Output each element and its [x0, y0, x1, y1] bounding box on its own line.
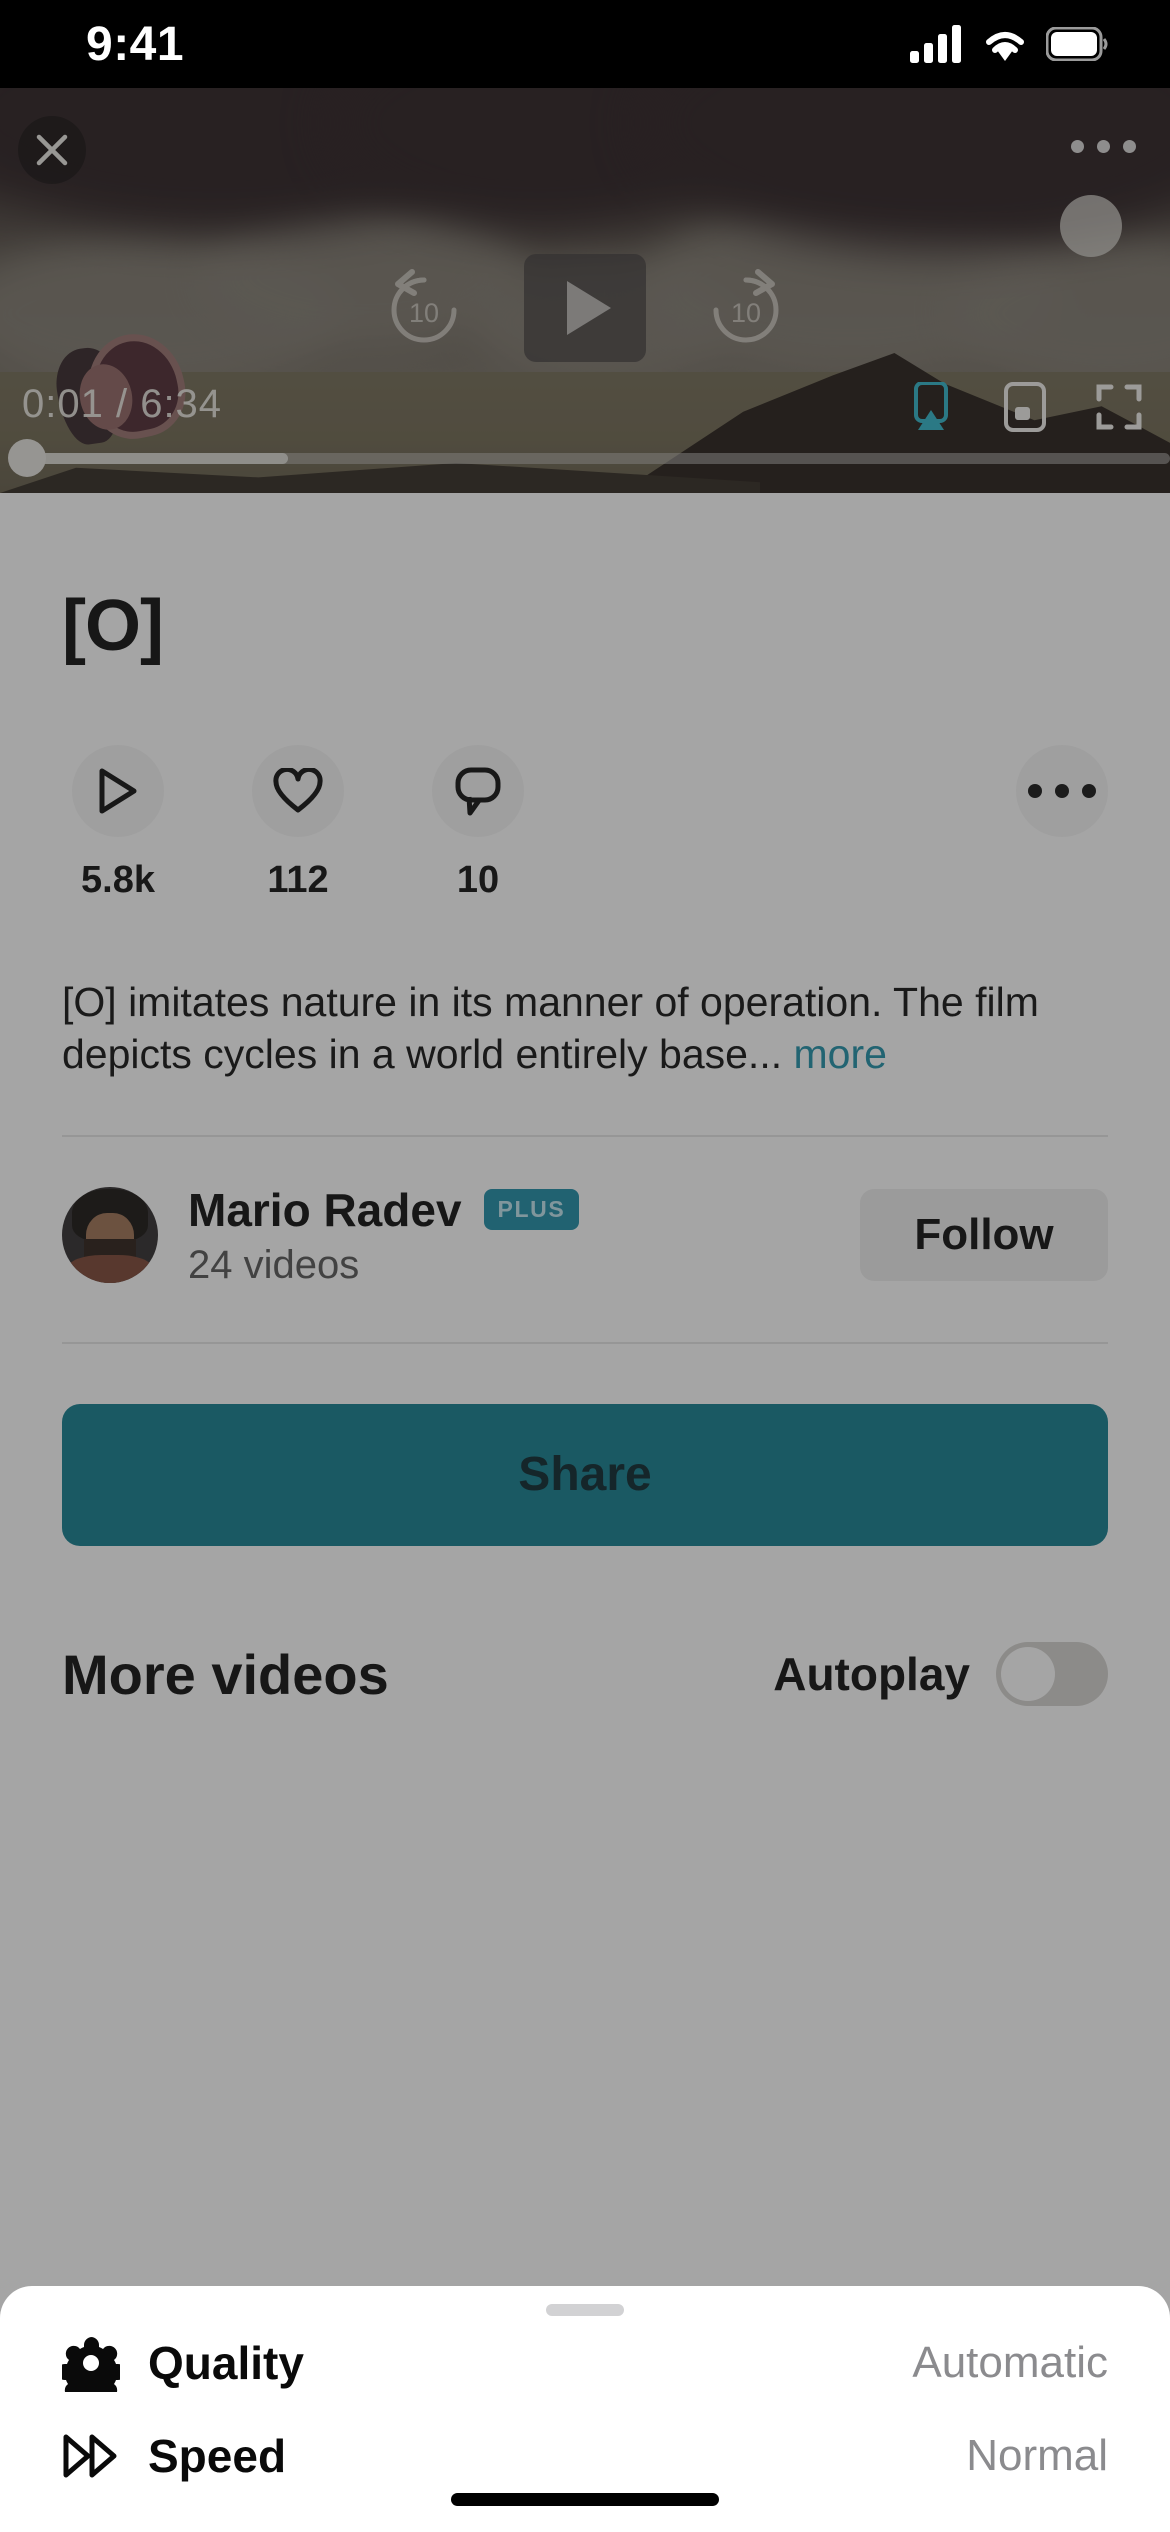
status-bar-time: 9:41: [86, 17, 185, 71]
speed-icon: [63, 2434, 117, 2477]
quality-value[interactable]: Automatic: [912, 2338, 1108, 2388]
speed-icon-wrap: [62, 2433, 140, 2479]
speed-label: Speed: [148, 2429, 287, 2482]
settings-bottom-sheet: Quality Automatic Speed Normal: [0, 2286, 1170, 2532]
status-bar: 9:41: [0, 0, 1170, 88]
status-bar-icons: [910, 25, 1108, 63]
gear-icon: [62, 2336, 120, 2392]
sheet-grabber[interactable]: [546, 2304, 624, 2316]
gear-icon-wrap: [62, 2334, 140, 2392]
quality-label: Quality: [148, 2336, 304, 2389]
sheet-row-quality[interactable]: Quality Automatic: [0, 2316, 1170, 2409]
speed-value[interactable]: Normal: [966, 2431, 1108, 2481]
cellular-signal-icon: [910, 25, 961, 63]
battery-icon: [1046, 27, 1108, 61]
sheet-row-speed[interactable]: Speed Normal: [0, 2409, 1170, 2502]
home-indicator[interactable]: [451, 2493, 719, 2506]
sheet-dim-overlay[interactable]: [0, 88, 1170, 2532]
wifi-icon: [986, 32, 1024, 61]
